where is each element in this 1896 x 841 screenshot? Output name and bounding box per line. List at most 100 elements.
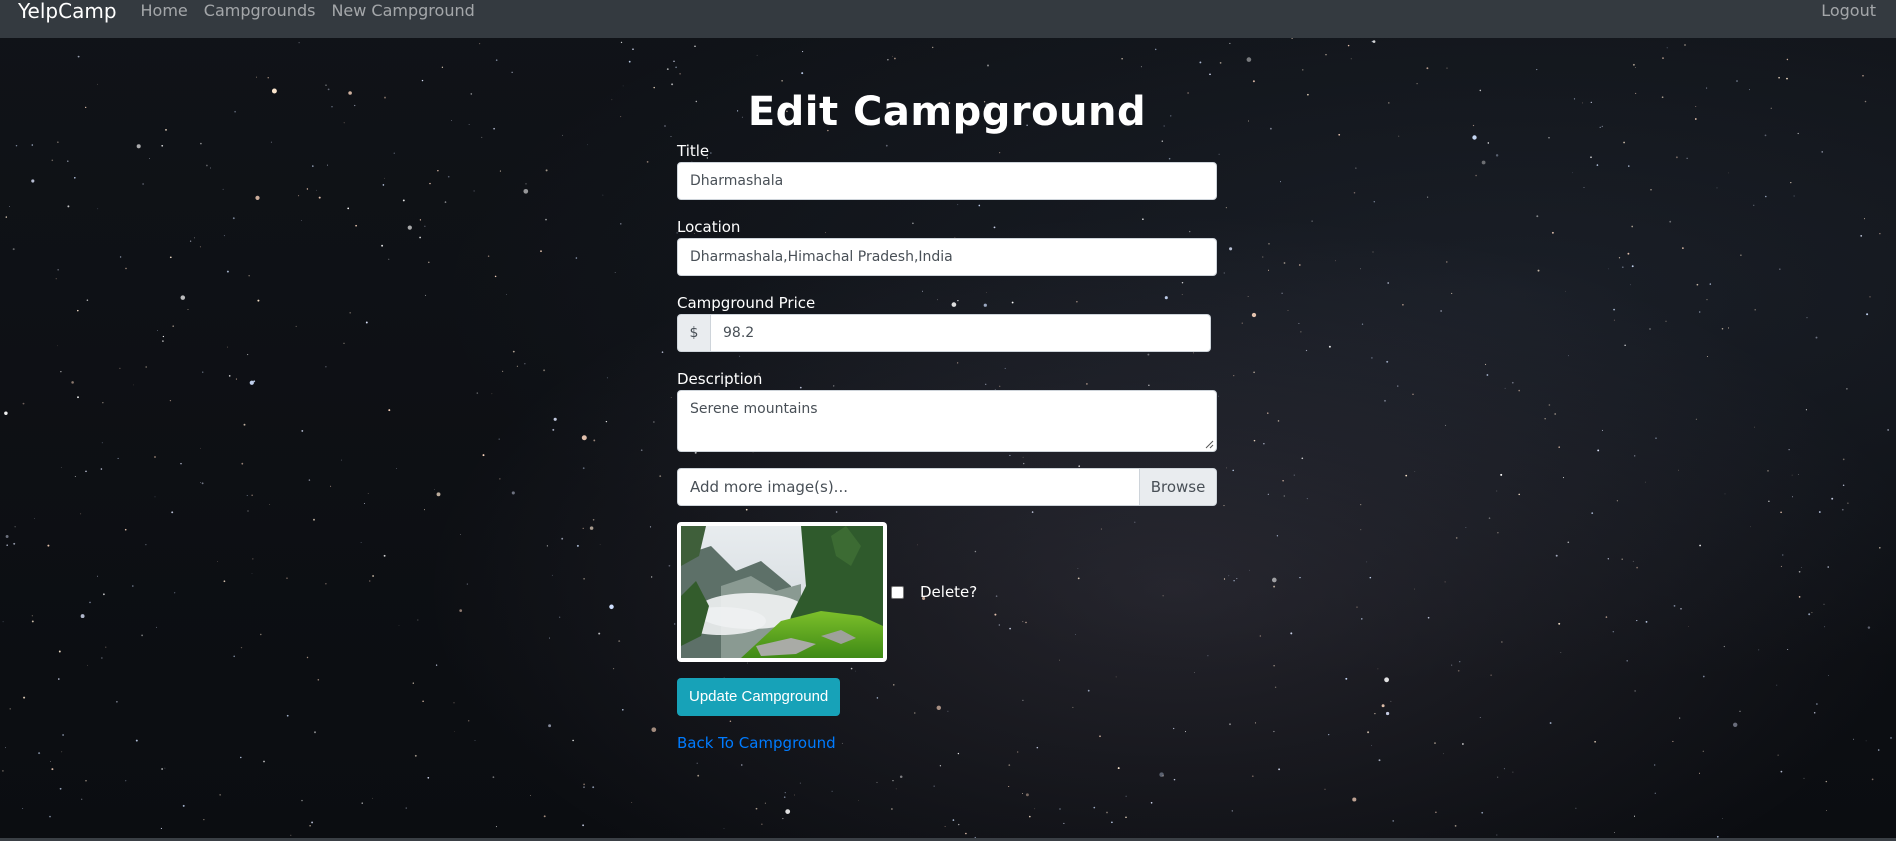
star xyxy=(295,325,297,327)
star xyxy=(1828,675,1829,676)
star xyxy=(247,510,249,512)
star xyxy=(543,815,546,818)
star xyxy=(1472,124,1475,127)
star xyxy=(200,447,201,449)
price-input[interactable]: 98.2 xyxy=(711,314,1211,352)
navbar-brand[interactable]: YelpCamp xyxy=(18,0,117,22)
nav-link-logout[interactable]: Logout xyxy=(1821,0,1876,22)
description-group: Description Serene mountains xyxy=(677,368,1217,452)
star xyxy=(1631,265,1634,268)
star xyxy=(545,169,548,172)
star xyxy=(180,462,182,465)
star xyxy=(583,783,585,786)
star xyxy=(1465,527,1467,529)
description-textarea[interactable]: Serene mountains xyxy=(677,390,1217,452)
star xyxy=(55,278,57,280)
file-input-placeholder: Add more image(s)... xyxy=(690,478,848,496)
star xyxy=(598,632,601,635)
star xyxy=(1497,776,1499,778)
star xyxy=(160,827,162,829)
star xyxy=(1490,674,1492,676)
page-title: Edit Campground xyxy=(747,89,1147,135)
star xyxy=(105,646,107,648)
star xyxy=(613,668,615,670)
update-campground-button[interactable]: Update Campground xyxy=(677,678,841,716)
star xyxy=(548,724,552,728)
star xyxy=(300,219,302,221)
star xyxy=(831,790,833,792)
delete-image-checkbox[interactable] xyxy=(891,585,904,599)
star xyxy=(1645,620,1648,623)
star xyxy=(952,819,955,821)
star xyxy=(1455,537,1458,539)
star xyxy=(103,593,105,596)
description-value: Serene mountains xyxy=(690,401,818,417)
star xyxy=(958,823,960,826)
star xyxy=(1290,632,1293,635)
star xyxy=(1590,101,1592,104)
nav-link-new-campground[interactable]: New Campground xyxy=(331,0,474,22)
star xyxy=(201,482,204,485)
star xyxy=(1555,554,1558,557)
star xyxy=(424,509,425,511)
star xyxy=(1591,512,1594,514)
star xyxy=(470,93,473,95)
star xyxy=(313,518,315,521)
star xyxy=(1025,793,1029,797)
star xyxy=(1777,754,1779,756)
image-file-input[interactable]: Add more image(s)... Browse xyxy=(677,468,1217,506)
star xyxy=(1626,660,1628,662)
star xyxy=(444,201,447,203)
star xyxy=(253,380,256,383)
star xyxy=(31,144,34,146)
title-input[interactable]: Dharmashala xyxy=(677,162,1217,200)
star xyxy=(223,235,225,237)
star xyxy=(1412,393,1414,395)
star xyxy=(620,116,622,118)
star xyxy=(589,526,594,530)
star xyxy=(1236,578,1238,580)
star xyxy=(1298,322,1300,325)
star xyxy=(1367,731,1370,734)
star xyxy=(164,767,166,769)
back-to-campground-link[interactable]: Back To Campground xyxy=(677,732,1217,754)
nav-link-campgrounds[interactable]: Campgrounds xyxy=(204,0,316,22)
star xyxy=(782,818,784,820)
star xyxy=(1842,458,1845,461)
star xyxy=(80,614,85,619)
star xyxy=(1268,269,1269,271)
star xyxy=(412,682,414,684)
star xyxy=(618,640,621,643)
star xyxy=(1649,328,1651,330)
star xyxy=(1378,759,1381,762)
star xyxy=(1173,778,1176,781)
textarea-resize-icon[interactable] xyxy=(1205,440,1214,449)
star xyxy=(255,76,258,78)
nav-link-home[interactable]: Home xyxy=(141,0,188,22)
star xyxy=(85,470,87,473)
star xyxy=(1246,57,1252,62)
star xyxy=(312,165,314,167)
star xyxy=(1636,620,1638,622)
star xyxy=(1688,626,1690,627)
location-input[interactable]: Dharmashala,Himachal Pradesh,India xyxy=(677,238,1217,276)
star xyxy=(620,41,623,44)
star xyxy=(646,161,649,163)
star xyxy=(1740,254,1742,256)
star xyxy=(172,325,174,327)
star xyxy=(1306,498,1308,500)
star xyxy=(965,832,967,835)
star xyxy=(365,321,368,324)
star xyxy=(1699,311,1701,313)
star xyxy=(1355,167,1357,169)
star xyxy=(136,144,141,149)
star xyxy=(269,504,271,505)
star xyxy=(482,454,485,457)
star xyxy=(407,225,412,230)
star xyxy=(894,57,896,60)
star xyxy=(425,294,427,296)
star xyxy=(892,55,893,57)
star xyxy=(599,544,601,545)
star xyxy=(298,195,300,197)
browse-button[interactable]: Browse xyxy=(1139,469,1216,505)
